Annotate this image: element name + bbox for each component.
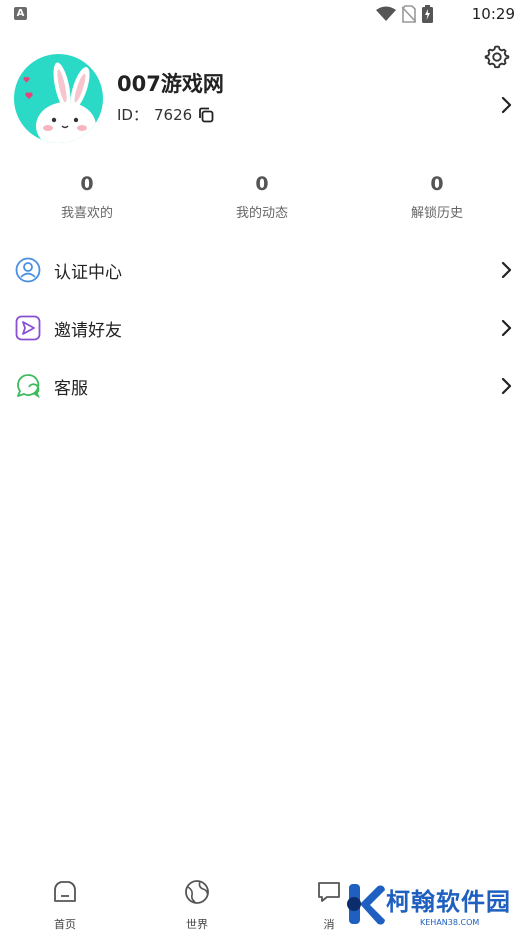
user-id-value: 7626 (153, 105, 193, 124)
status-bar: A 10:29 (0, 0, 525, 30)
menu-label: 客服 (54, 379, 88, 399)
stat-unlock-history[interactable]: 0 解锁历史 (357, 170, 517, 221)
clock: 10:29 (471, 5, 515, 23)
stat-label: 我的动态 (235, 206, 288, 221)
battery-charging-icon (422, 5, 433, 23)
tab-home[interactable]: 首页 (35, 878, 95, 932)
settings-gear-icon[interactable] (483, 43, 511, 71)
notification-icon: A (14, 7, 27, 20)
bunny-avatar-image (23, 62, 96, 143)
stat-favorites[interactable]: 0 我喜欢的 (7, 170, 167, 221)
chevron-right-icon (501, 261, 512, 279)
chevron-right-icon[interactable] (498, 95, 514, 115)
tab-label: 首页 (54, 918, 76, 931)
avatar[interactable] (14, 54, 103, 143)
stat-label: 我喜欢的 (60, 206, 113, 221)
copy-icon[interactable] (198, 107, 214, 123)
menu-item-customer-service[interactable]: 客服 (0, 359, 525, 415)
message-icon (318, 882, 340, 902)
menu-item-verification[interactable]: 认证中心 (0, 243, 525, 299)
chevron-right-icon (501, 319, 512, 337)
chevron-right-icon (501, 377, 512, 395)
tab-label: 世界 (186, 918, 208, 931)
stat-value: 0 (80, 173, 94, 195)
chat-bubble-icon (17, 374, 40, 399)
watermark-logo-icon (347, 884, 385, 925)
stats-row: 0 我喜欢的 0 我的动态 0 解锁历史 (0, 170, 525, 230)
user-id: ID： 7626 (117, 104, 214, 125)
wifi-icon (376, 6, 396, 21)
stat-posts[interactable]: 0 我的动态 (182, 170, 342, 221)
menu-label: 邀请好友 (54, 321, 122, 341)
no-sim-icon (402, 5, 416, 23)
watermark-text: 柯翰软件园 (386, 889, 511, 916)
stat-value: 0 (255, 173, 269, 195)
send-icon (15, 315, 41, 341)
username: 007游戏网 (117, 72, 224, 96)
stat-value: 0 (430, 173, 444, 195)
watermark-subtext: KEHAN38.COM (420, 918, 480, 927)
globe-icon (185, 880, 209, 904)
user-id-label: ID： (117, 106, 148, 124)
menu-item-invite-friends[interactable]: 邀请好友 (0, 301, 525, 357)
user-circle-icon (15, 257, 41, 283)
watermark: 柯翰软件园 KEHAN38.COM (342, 876, 525, 933)
tab-world[interactable]: 世界 (167, 878, 227, 932)
home-icon (54, 881, 76, 902)
menu-label: 认证中心 (54, 263, 122, 283)
stat-label: 解锁历史 (410, 206, 463, 221)
